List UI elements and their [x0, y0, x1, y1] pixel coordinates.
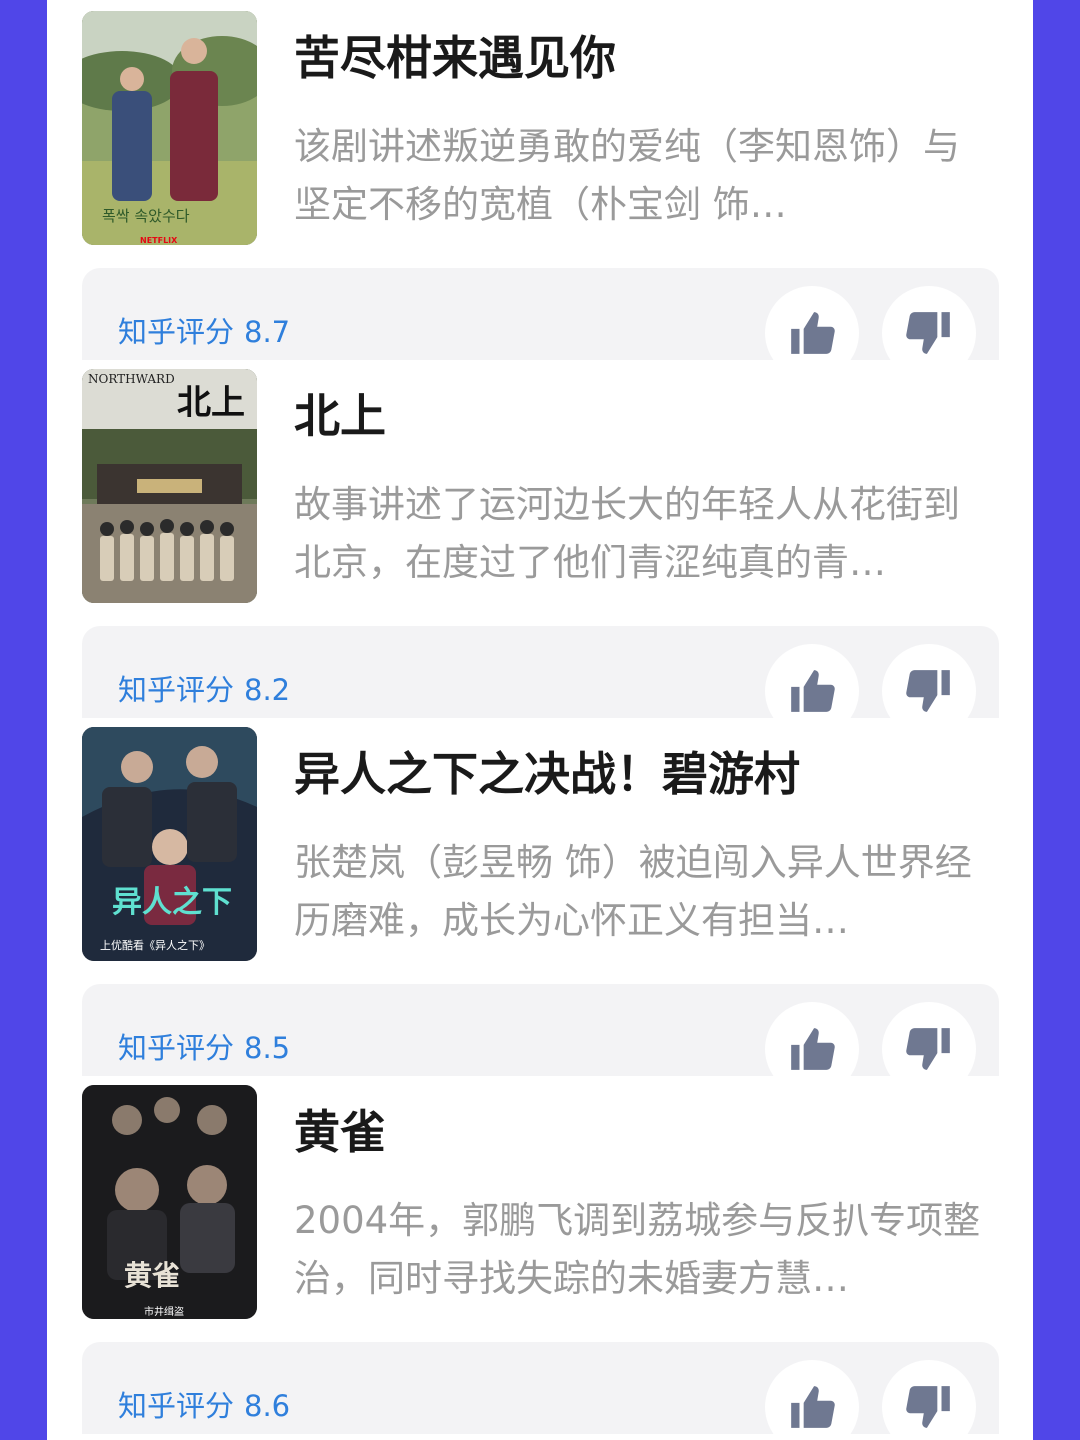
thumbs-up-icon: [791, 670, 835, 712]
downvote-button[interactable]: [882, 1360, 976, 1434]
upvote-button[interactable]: [765, 644, 859, 718]
rating-value: 8.5: [244, 1031, 291, 1065]
rating-bar: 知乎评分 8.7: [82, 268, 999, 360]
thumbs-down-icon: [906, 1028, 950, 1070]
thumbs-down-icon: [906, 1386, 950, 1428]
poster-art: 黄雀 市井缉盗: [82, 1085, 257, 1319]
downvote-button[interactable]: [882, 644, 976, 718]
upvote-button[interactable]: [765, 286, 859, 360]
drama-description: 张楚岚（彭昱畅 饰）被迫闯入异人世界经历磨难，成长为心怀正义有担当…: [294, 841, 972, 942]
zhihu-rating: 知乎评分 8.7: [118, 312, 290, 352]
drama-item[interactable]: NORTHWARD 北上 北上 故事讲述了运河边长大的年轻人从花街到北京，在度过…: [47, 366, 1033, 606]
poster-art: 폭싹 속았수다 NETFLIX: [82, 11, 257, 245]
zhihu-rating: 知乎评分 8.5: [118, 1028, 290, 1068]
poster-image[interactable]: 黄雀 市井缉盗: [82, 1085, 257, 1319]
poster-title-text: 异人之下: [112, 885, 232, 920]
rating-label: 知乎评分: [118, 1389, 235, 1423]
rating-label: 知乎评分: [118, 673, 235, 707]
poster-title-text: 黄雀: [124, 1259, 180, 1292]
poster-title-text: 폭싹 속았수다: [102, 207, 190, 225]
zhihu-rating: 知乎评分 8.2: [118, 670, 290, 710]
rating-value: 8.6: [244, 1389, 291, 1423]
drama-item[interactable]: 폭싹 속았수다 NETFLIX 苦尽柑来遇见你 该剧讲述叛逆勇敢的爱纯（李知恩饰…: [47, 8, 1033, 248]
poster-image[interactable]: 폭싹 속았수다 NETFLIX: [82, 11, 257, 245]
poster-art: 异人之下 上优酷看《异人之下》: [82, 727, 257, 961]
rating-bar: 知乎评分 8.2: [82, 626, 999, 718]
poster-image[interactable]: 异人之下 上优酷看《异人之下》: [82, 727, 257, 961]
drama-title[interactable]: 异人之下之决战！碧游村: [294, 746, 994, 802]
list-item: 폭싹 속았수다 NETFLIX 苦尽柑来遇见你 该剧讲述叛逆勇敢的爱纯（李知恩饰…: [47, 8, 1033, 366]
drama-description: 故事讲述了运河边长大的年轻人从花街到北京，在度过了他们青涩纯真的青…: [294, 483, 960, 584]
drama-title[interactable]: 黄雀: [294, 1104, 994, 1160]
upvote-button[interactable]: [765, 1002, 859, 1076]
poster-title-text: 北上: [177, 383, 245, 423]
drama-title[interactable]: 北上: [294, 388, 994, 444]
list-item: NORTHWARD 北上 北上 故事讲述了运河边长大的年轻人从花街到北京，在度过…: [47, 366, 1033, 724]
poster-badge-text: NETFLIX: [140, 236, 178, 245]
list-item: 异人之下 上优酷看《异人之下》 异人之下之决战！碧游村 张楚岚（彭昱畅 饰）被迫…: [47, 724, 1033, 1082]
poster-badge-text: 上优酷看《异人之下》: [100, 938, 210, 952]
thumbs-down-icon: [906, 312, 950, 354]
list-item: 黄雀 市井缉盗 黄雀 2004年，郭鹏飞调到荔城参与反扒专项整治，同时寻找失踪的…: [47, 1082, 1033, 1440]
drama-description: 2004年，郭鹏飞调到荔城参与反扒专项整治，同时寻找失踪的未婚妻方慧…: [294, 1199, 981, 1300]
poster-badge-text: 市井缉盗: [144, 1305, 184, 1318]
drama-item[interactable]: 异人之下 上优酷看《异人之下》 异人之下之决战！碧游村 张楚岚（彭昱畅 饰）被迫…: [47, 724, 1033, 964]
poster-badge-text: NORTHWARD: [88, 372, 175, 386]
thumbs-down-icon: [906, 670, 950, 712]
rating-label: 知乎评分: [118, 1031, 235, 1065]
thumbs-up-icon: [791, 1028, 835, 1070]
poster-image[interactable]: NORTHWARD 北上: [82, 369, 257, 603]
zhihu-rating: 知乎评分 8.6: [118, 1386, 290, 1426]
thumbs-up-icon: [791, 1386, 835, 1428]
rating-label: 知乎评分: [118, 315, 235, 349]
drama-description: 该剧讲述叛逆勇敢的爱纯（李知恩饰）与坚定不移的宽植（朴宝剑 饰…: [294, 125, 960, 226]
drama-list-panel: 폭싹 속았수다 NETFLIX 苦尽柑来遇见你 该剧讲述叛逆勇敢的爱纯（李知恩饰…: [47, 0, 1033, 1440]
thumbs-up-icon: [791, 312, 835, 354]
downvote-button[interactable]: [882, 1002, 976, 1076]
rating-value: 8.7: [244, 315, 291, 349]
downvote-button[interactable]: [882, 286, 976, 360]
upvote-button[interactable]: [765, 1360, 859, 1434]
rating-bar: 知乎评分 8.5: [82, 984, 999, 1076]
drama-item[interactable]: 黄雀 市井缉盗 黄雀 2004年，郭鹏飞调到荔城参与反扒专项整治，同时寻找失踪的…: [47, 1082, 1033, 1322]
poster-art: NORTHWARD 北上: [82, 369, 257, 603]
drama-title[interactable]: 苦尽柑来遇见你: [294, 30, 994, 86]
rating-value: 8.2: [244, 673, 291, 707]
rating-bar: 知乎评分 8.6: [82, 1342, 999, 1434]
